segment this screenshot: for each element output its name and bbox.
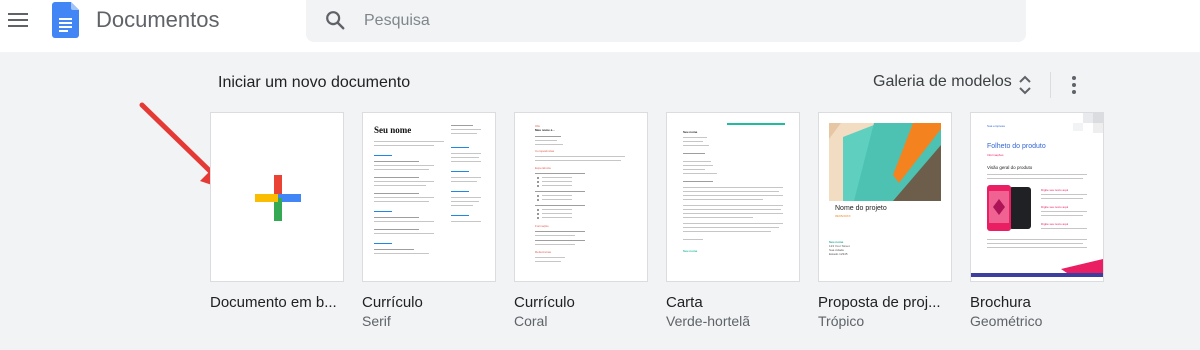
- preview-section: Referências: [535, 250, 552, 254]
- top-bar: Documentos: [0, 0, 1200, 52]
- template-thumbnail[interactable]: Olá Meu nome é... Competências Experiênc…: [514, 112, 648, 282]
- template-resume-coral[interactable]: Olá Meu nome é... Competências Experiênc…: [514, 112, 648, 329]
- phones-graphic: [987, 185, 1031, 231]
- template-style: Trópico: [818, 313, 865, 329]
- template-name[interactable]: Proposta de proj...: [818, 294, 952, 311]
- more-options-icon[interactable]: [1064, 74, 1084, 96]
- template-name[interactable]: Currículo: [362, 294, 496, 311]
- proposal-graphic: [829, 123, 941, 201]
- preview-point: Digite seu texto aqui: [1041, 205, 1069, 209]
- app-title[interactable]: Documentos: [96, 7, 220, 33]
- preview-company: Sua empresa: [987, 124, 1005, 128]
- preview-subtitle: Informações: [987, 153, 1004, 157]
- preview-heading: Seu nome: [374, 125, 412, 135]
- preview-section: Formação: [535, 224, 549, 228]
- template-thumbnail[interactable]: [210, 112, 344, 282]
- template-resume-serif[interactable]: Seu nome Currículo Serif: [362, 112, 496, 329]
- preview-date: 09/05/20XX: [835, 214, 851, 218]
- docs-logo-icon[interactable]: [52, 2, 80, 43]
- search-input[interactable]: [362, 8, 966, 34]
- main-menu-icon[interactable]: [8, 8, 30, 32]
- template-gallery-button[interactable]: Galeria de modelos: [873, 73, 1012, 91]
- template-name[interactable]: Currículo: [514, 294, 648, 311]
- plus-icon: [255, 175, 301, 221]
- search-bar[interactable]: [306, 0, 1026, 42]
- template-letter-mint[interactable]: Seu nome Seu nome Carta Verde-hortelã: [666, 112, 800, 329]
- preview-closing: Seu nome: [683, 249, 698, 253]
- template-style: Coral: [514, 313, 548, 329]
- preview-address: Estado 12345: [829, 252, 848, 256]
- template-thumbnail[interactable]: Seu nome Seu nome: [666, 112, 800, 282]
- preview-point: Digite seu texto aqui: [1041, 222, 1069, 226]
- preview-project-title: Nome do projeto: [835, 205, 887, 212]
- preview-point: Digite seu texto aqui: [1041, 188, 1069, 192]
- template-thumbnail[interactable]: Sua empresa Folheto do produto Informaçõ…: [970, 112, 1104, 282]
- geometric-pattern: [1073, 113, 1103, 133]
- template-project-proposal[interactable]: Nome do projeto 09/05/20XX Seu nome 123 …: [818, 112, 952, 329]
- template-name[interactable]: Brochura: [970, 294, 1104, 311]
- template-style: Serif: [362, 313, 391, 329]
- template-thumbnail[interactable]: Seu nome: [362, 112, 496, 282]
- template-style: Verde-hortelã: [666, 313, 751, 329]
- template-style: Geométrico: [970, 313, 1043, 329]
- template-name[interactable]: Carta: [666, 294, 800, 311]
- preview-overview: Visão geral do produto: [987, 165, 1033, 170]
- preview-sender: Seu nome: [683, 130, 698, 134]
- search-icon[interactable]: [324, 9, 346, 36]
- template-blank-document[interactable]: Documento em b...: [210, 112, 344, 311]
- preview-section: Competências: [535, 149, 555, 153]
- template-brochure-geometric[interactable]: Sua empresa Folheto do produto Informaçõ…: [970, 112, 1104, 329]
- footer-pattern: [971, 259, 1103, 277]
- template-thumbnail[interactable]: Nome do projeto 09/05/20XX Seu nome 123 …: [818, 112, 952, 282]
- toolbar-divider: [1050, 72, 1051, 98]
- preview-title: Folheto do produto: [987, 143, 1046, 150]
- template-name[interactable]: Documento em b...: [210, 294, 344, 311]
- preview-section: Experiência: [535, 166, 551, 170]
- section-title: Iniciar um novo documento: [218, 74, 411, 91]
- preview-heading: Meu nome é...: [535, 128, 555, 132]
- unfold-icon[interactable]: [1016, 74, 1034, 101]
